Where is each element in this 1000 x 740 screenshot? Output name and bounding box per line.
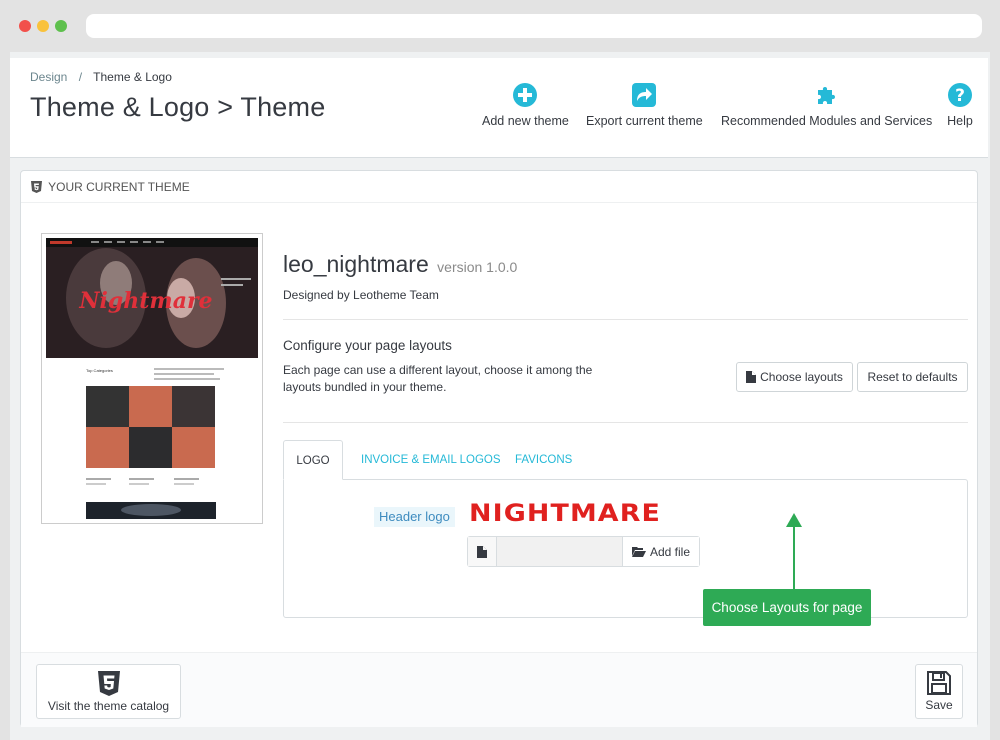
page: Design / Theme & Logo Theme & Logo > The…: [10, 52, 990, 740]
puzzle-icon: [817, 87, 835, 104]
reset-defaults-label: Reset to defaults: [867, 370, 958, 384]
add-new-theme-label: Add new theme: [482, 114, 569, 128]
theme-version: version 1.0.0: [437, 259, 518, 275]
logo-tabs: LOGO INVOICE & EMAIL LOGOS FAVICONS: [283, 440, 968, 480]
plus-circle-icon: [513, 83, 538, 107]
save-label: Save: [925, 698, 953, 712]
page-header: Design / Theme & Logo Theme & Logo > The…: [10, 58, 988, 158]
designed-by: Designed by Leotheme Team: [283, 288, 439, 302]
breadcrumb-parent[interactable]: Design: [30, 70, 67, 84]
add-new-theme-button[interactable]: Add new theme: [482, 82, 569, 128]
export-theme-button[interactable]: Export current theme: [586, 82, 703, 128]
breadcrumb-current: Theme & Logo: [93, 70, 172, 84]
divider: [283, 422, 968, 423]
minimize-window-dot[interactable]: [37, 20, 49, 32]
tab-logo[interactable]: LOGO: [283, 440, 343, 480]
breadcrumb-separator: /: [78, 70, 83, 84]
visit-theme-catalog-label: Visit the theme catalog: [47, 699, 170, 713]
add-file-label: Add file: [649, 544, 691, 559]
theme-name-text: leo_nightmare: [283, 251, 429, 277]
folder-open-icon: [631, 547, 646, 557]
html5-icon: [97, 671, 120, 696]
file-icon: [477, 545, 487, 558]
tab-invoice-email-logos[interactable]: INVOICE & EMAIL LOGOS: [361, 440, 501, 480]
thumbnail-hero-text: Nightmare: [78, 288, 212, 314]
file-icon-cell: [468, 537, 497, 566]
choose-layouts-label: Choose layouts: [760, 370, 843, 384]
help-label: Help: [947, 114, 973, 128]
theme-thumbnail: Nightmare Top Categories: [41, 233, 263, 524]
configure-layouts-description: Each page can use a different layout, ch…: [283, 363, 593, 394]
choose-layouts-button[interactable]: Choose layouts: [736, 362, 853, 392]
breadcrumb: Design / Theme & Logo: [30, 70, 172, 84]
theme-preview-image: Nightmare Top Categories: [46, 238, 258, 519]
configure-layouts-title: Configure your page layouts: [283, 338, 452, 353]
annotation-arrow-line: [793, 521, 795, 593]
annotation-tooltip: Choose Layouts for page: [703, 589, 871, 626]
share-icon: [632, 83, 657, 107]
divider: [283, 319, 968, 320]
header-logo-label: Header logo: [374, 507, 455, 527]
export-theme-label: Export current theme: [586, 114, 703, 128]
help-icon: ?: [948, 83, 972, 107]
panel-footer: Visit the theme catalog Save: [21, 652, 977, 727]
browser-chrome: [0, 0, 1000, 52]
header-logo-text: NIGHTMARE: [469, 499, 661, 525]
header-logo-image: NIGHTMARE: [469, 499, 661, 525]
address-bar[interactable]: [86, 14, 982, 38]
close-window-dot[interactable]: [19, 20, 31, 32]
theme-name: leo_nightmare version 1.0.0: [283, 251, 517, 278]
thumbnail-section-title: Top Categories: [86, 368, 113, 373]
file-icon: [746, 371, 757, 383]
save-icon: [927, 671, 951, 695]
panel-heading-text: YOUR CURRENT THEME: [48, 180, 190, 194]
recommended-modules-button[interactable]: Recommended Modules and Services: [721, 82, 932, 128]
page-title: Theme & Logo > Theme: [30, 92, 326, 122]
file-upload-group: Add file: [467, 536, 700, 567]
maximize-window-dot[interactable]: [55, 20, 67, 32]
file-path-input[interactable]: [498, 537, 622, 566]
tab-favicons[interactable]: FAVICONS: [515, 440, 572, 480]
html5-icon: [31, 181, 42, 193]
panel-heading: YOUR CURRENT THEME: [21, 171, 977, 203]
svg-text:?: ?: [955, 86, 965, 106]
current-theme-panel: YOUR CURRENT THEME Nightmare Top Categor…: [20, 170, 978, 727]
save-button[interactable]: Save: [915, 664, 963, 719]
reset-defaults-button[interactable]: Reset to defaults: [857, 362, 968, 392]
visit-theme-catalog-button[interactable]: Visit the theme catalog: [36, 664, 181, 719]
help-button[interactable]: ? Help: [947, 82, 973, 128]
recommended-modules-label: Recommended Modules and Services: [721, 114, 933, 128]
add-file-button[interactable]: Add file: [622, 537, 699, 566]
